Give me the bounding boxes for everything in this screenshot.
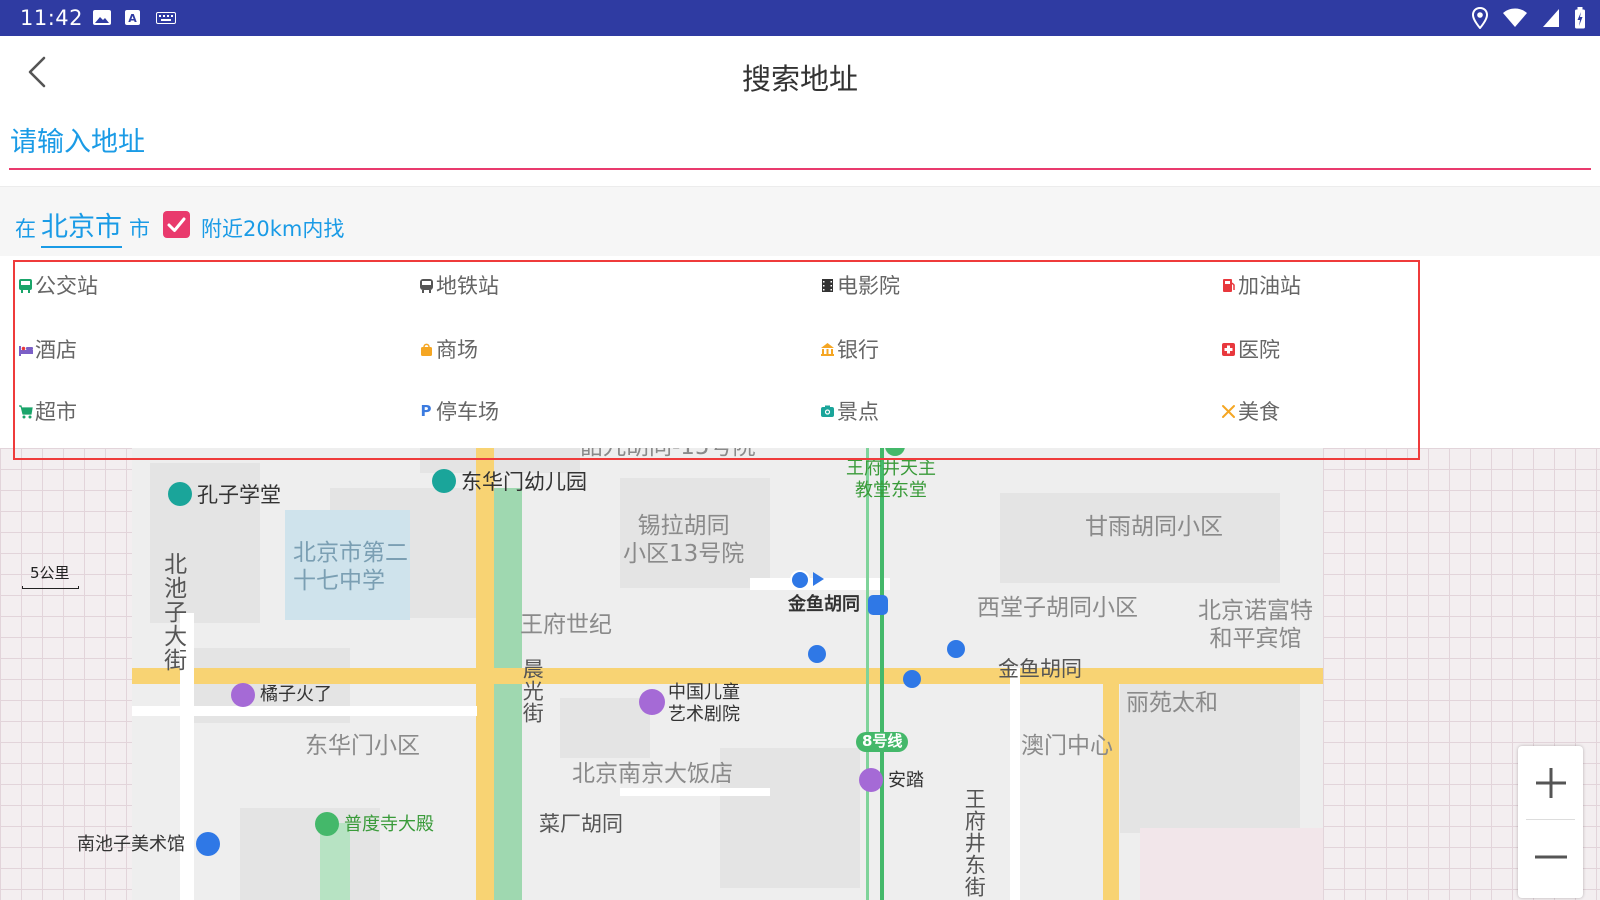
city-selector[interactable]: 北京市	[41, 205, 122, 244]
shopping-bag-icon	[418, 341, 434, 357]
keyboard-icon	[156, 12, 176, 24]
map-label-street: 北池子大街	[159, 552, 186, 672]
subway-icon	[418, 277, 434, 293]
map-label-residence: 锡拉胡同 小区13号院	[623, 513, 745, 567]
map-base	[132, 448, 1323, 900]
location-icon	[1472, 7, 1488, 29]
category-food[interactable]: 美食	[1220, 394, 1280, 428]
map-label-hotel: 北京南京大饭店	[572, 761, 733, 787]
category-hospital[interactable]: 医院	[1220, 332, 1280, 366]
cart-icon	[17, 403, 33, 419]
search-field	[9, 112, 1591, 172]
category-hotel[interactable]: 酒店	[17, 332, 77, 366]
nearby-checkbox[interactable]	[163, 211, 190, 238]
gas-station-icon	[1220, 277, 1236, 293]
zoom-in-button[interactable]	[1518, 748, 1583, 818]
category-label: 停车场	[436, 400, 499, 424]
app-bar: 搜索地址	[0, 36, 1600, 112]
category-label: 医院	[1238, 338, 1280, 362]
map-label-poi: 中国儿童 艺术剧院	[668, 682, 740, 725]
category-label: 加油站	[1238, 274, 1301, 298]
address-search-input[interactable]	[10, 122, 1591, 162]
scale-bar	[22, 586, 79, 589]
category-label: 酒店	[35, 338, 77, 362]
map-label-poi: 南池子美术馆	[77, 834, 185, 855]
category-label: 美食	[1238, 400, 1280, 424]
in-label: 在	[15, 217, 36, 241]
plus-icon	[1535, 768, 1566, 798]
map-label-residence: 韶九胡同-15号院	[580, 448, 756, 462]
map-view[interactable]: 韶九胡同-15号院 孔子学堂 东华门幼儿园 王府井天主 教堂东堂 北京市第二 十…	[0, 448, 1600, 900]
parking-icon: P	[420, 402, 432, 420]
minus-icon	[1534, 855, 1567, 859]
city-underline	[41, 246, 122, 248]
category-mall[interactable]: 商场	[418, 332, 478, 366]
image-icon	[93, 10, 111, 25]
category-supermarket[interactable]: 超市	[17, 394, 77, 428]
bus-icon	[17, 277, 33, 293]
checkmark-icon	[167, 217, 186, 232]
category-scenic-spot[interactable]: 景点	[819, 394, 879, 428]
map-label-poi: 孔子学堂	[197, 483, 281, 507]
map-label-residence: 东华门小区	[305, 733, 420, 759]
map-label-station: 金鱼胡同	[788, 594, 860, 615]
map-label-street: 王府井东街	[962, 788, 987, 898]
scale-label: 5公里	[30, 564, 70, 582]
map-label-poi: 普度寺大殿	[344, 814, 434, 835]
status-time: 11:42	[20, 6, 84, 30]
map-label-poi: 安踏	[888, 770, 924, 791]
map-label-school: 北京市第二 十七中学	[293, 540, 408, 594]
map-label-residence: 丽苑太和	[1126, 690, 1218, 716]
category-label: 超市	[35, 400, 77, 424]
map-label-street: 晨光街	[520, 658, 545, 724]
filter-row: 在 北京市 市 附近20km内找	[0, 186, 1600, 256]
bed-icon	[17, 341, 33, 357]
category-panel: 公交站 地铁站 电影院 加油站 酒店 商场 银行 医院 超市 P 停车场 景点	[0, 256, 1600, 448]
film-icon	[819, 277, 835, 293]
city-suffix-label: 市	[129, 217, 150, 241]
zoom-divider	[1526, 819, 1575, 820]
bank-icon	[819, 341, 835, 357]
map-label-street: 菜厂胡同	[539, 812, 623, 836]
map-label-street: 金鱼胡同	[998, 657, 1082, 681]
status-icons	[1472, 6, 1586, 30]
category-label: 电影院	[837, 274, 900, 298]
category-gas-station[interactable]: 加油站	[1220, 268, 1301, 302]
map-label-hotel: 北京诺富特 和平宾馆	[1198, 598, 1313, 652]
nearby-label[interactable]: 附近20km内找	[201, 213, 344, 243]
map-label-residence: 西堂子胡同小区	[977, 595, 1138, 621]
map-label-poi: 东华门幼儿园	[461, 470, 587, 494]
battery-icon	[1575, 7, 1585, 29]
map-label-metro-line: 8号线	[862, 732, 903, 750]
utensils-icon	[1220, 403, 1236, 419]
page-title: 搜索地址	[741, 62, 858, 96]
hospital-icon	[1220, 341, 1236, 357]
signal-icon	[1543, 9, 1559, 27]
category-label: 地铁站	[436, 274, 499, 298]
search-underline	[9, 168, 1591, 170]
map-label-poi: 橘子火了	[260, 684, 332, 705]
map-label-residence: 甘雨胡同小区	[1085, 514, 1223, 540]
map-label-building: 澳门中心	[1021, 733, 1113, 759]
category-bank[interactable]: 银行	[819, 332, 879, 366]
zoom-controls	[1518, 746, 1583, 898]
zoom-out-button[interactable]	[1518, 822, 1583, 892]
category-label: 景点	[837, 400, 879, 424]
map-label-building: 王府世纪	[520, 612, 612, 638]
category-parking[interactable]: P 停车场	[418, 394, 500, 428]
text-a-icon: A	[125, 10, 140, 25]
wifi-icon	[1503, 8, 1527, 27]
category-bus-station[interactable]: 公交站	[17, 268, 98, 302]
map-label-poi: 王府井天主 教堂东堂	[846, 458, 936, 501]
category-label: 公交站	[35, 274, 98, 298]
svg-text:A: A	[128, 12, 137, 25]
category-label: 商场	[436, 338, 478, 362]
camera-icon	[819, 403, 835, 419]
category-subway-station[interactable]: 地铁站	[418, 268, 499, 302]
status-bar: 11:42 A	[0, 0, 1600, 36]
category-label: 银行	[837, 338, 879, 362]
category-cinema[interactable]: 电影院	[819, 268, 900, 302]
